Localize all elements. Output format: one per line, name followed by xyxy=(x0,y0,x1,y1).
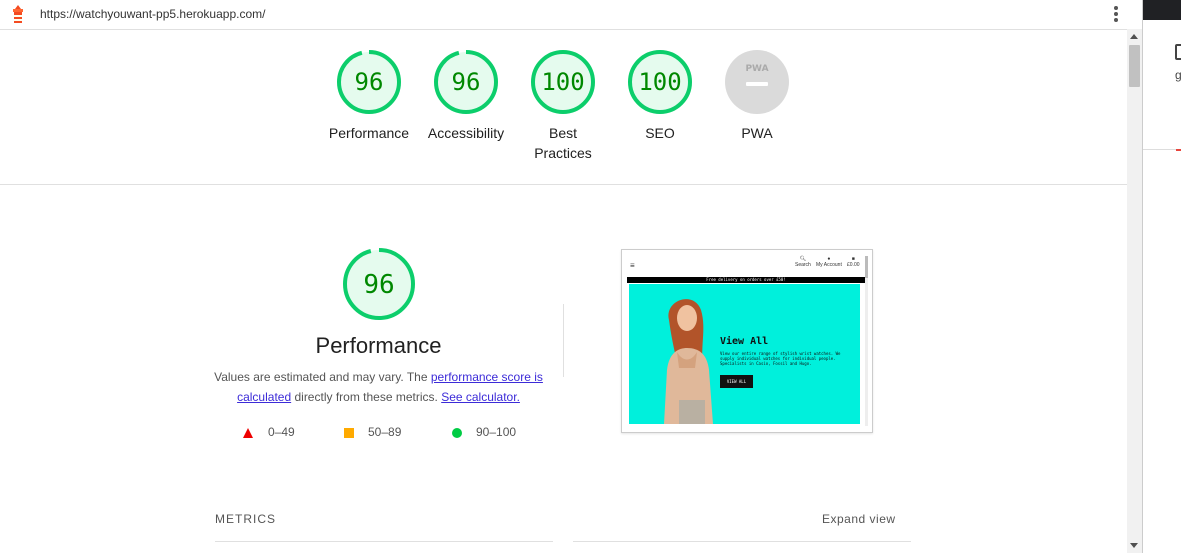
thumb-hero: View All View our entire range of stylis… xyxy=(629,284,860,424)
gauge-best-practices[interactable]: 100 Best Practices xyxy=(513,49,613,163)
metrics-divider-left xyxy=(215,541,553,542)
pass-circle-icon xyxy=(452,428,462,438)
thumb-nav: ≡ 🔍︎ Search ● My Account ■ £0.00 xyxy=(627,256,865,274)
page-scrollbar[interactable] xyxy=(1127,29,1142,553)
metrics-header: METRICS xyxy=(215,512,276,526)
thumb-basket: ■ £0.00 xyxy=(847,256,860,268)
gauge-score: 96 xyxy=(452,68,481,96)
performance-description: Values are estimated and may vary. The p… xyxy=(214,370,543,404)
section-divider xyxy=(0,184,1127,185)
gauge-ring: 100 xyxy=(628,50,692,114)
gauge-label: PWA xyxy=(741,125,773,141)
vertical-divider xyxy=(563,304,564,377)
gauge-ring: 96 xyxy=(434,50,498,114)
thumb-account: ● My Account xyxy=(816,256,842,268)
model-photo xyxy=(664,299,713,424)
pwa-badge-text: PWA xyxy=(745,64,768,74)
average-square-icon xyxy=(344,428,354,438)
performance-score: 96 xyxy=(363,270,394,300)
thumb-banner: Free delivery on orders over £50! xyxy=(627,277,865,283)
gauge-ring: 96 xyxy=(343,248,415,320)
side-panel-header xyxy=(1143,0,1181,20)
final-screenshot[interactable]: ≡ 🔍︎ Search ● My Account ■ £0.00 Free deliv… xyxy=(621,249,873,433)
thumb-heading: View All xyxy=(720,336,769,347)
performance-gauge: 96 xyxy=(342,247,416,326)
gauge-score: 100 xyxy=(541,68,584,96)
lighthouse-icon xyxy=(13,5,23,23)
gauge-pwa[interactable]: PWA PWA xyxy=(707,49,807,143)
scroll-up-icon[interactable] xyxy=(1130,34,1138,39)
pwa-badge-icon: PWA xyxy=(725,50,789,114)
scroll-down-icon[interactable] xyxy=(1130,543,1138,548)
gauge-accessibility[interactable]: 96 Accessibility xyxy=(416,49,516,143)
side-panel: g xyxy=(1142,0,1181,553)
comment-icon[interactable] xyxy=(1175,44,1181,60)
thumb-paragraph: View our entire range of stylish wrist w… xyxy=(720,351,841,366)
gauge-label: Accessibility xyxy=(427,125,505,141)
side-panel-accent xyxy=(1176,149,1181,151)
gauge-performance[interactable]: 96 Performance xyxy=(319,49,419,143)
fail-triangle-icon xyxy=(243,428,253,438)
gauge-ring: 96 xyxy=(337,50,401,114)
metrics-divider-right xyxy=(573,541,911,542)
calculator-link[interactable]: See calculator. xyxy=(441,390,520,404)
performance-title: Performance xyxy=(315,333,442,358)
more-options-icon[interactable] xyxy=(1110,4,1122,26)
gauge-label: Performance xyxy=(328,125,410,141)
gauge-score: 100 xyxy=(638,68,681,96)
thumb-search: 🔍︎ Search xyxy=(795,256,811,268)
thumb-scrollbar xyxy=(865,256,868,426)
expand-view-button[interactable]: Expand view xyxy=(822,512,896,526)
gauge-ring: 100 xyxy=(531,50,595,114)
legend-fail: 0–49 xyxy=(243,425,295,439)
legend-pass: 90–100 xyxy=(452,425,516,439)
scroll-thumb[interactable] xyxy=(1129,45,1140,87)
side-panel-text: g xyxy=(1175,68,1181,82)
gauge-seo[interactable]: 100 SEO xyxy=(610,49,710,143)
menu-icon: ≡ xyxy=(630,261,635,270)
gauge-label: SEO xyxy=(645,125,675,141)
gauge-score: 96 xyxy=(355,68,384,96)
page-url[interactable]: https://watchyouwant-pp5.herokuapp.com/ xyxy=(40,7,265,21)
gauge-label: Best Practices xyxy=(534,125,592,161)
url-bar: https://watchyouwant-pp5.herokuapp.com/ xyxy=(0,0,1128,30)
thumb-button: VIEW ALL xyxy=(720,375,753,388)
legend-average: 50–89 xyxy=(344,425,401,439)
